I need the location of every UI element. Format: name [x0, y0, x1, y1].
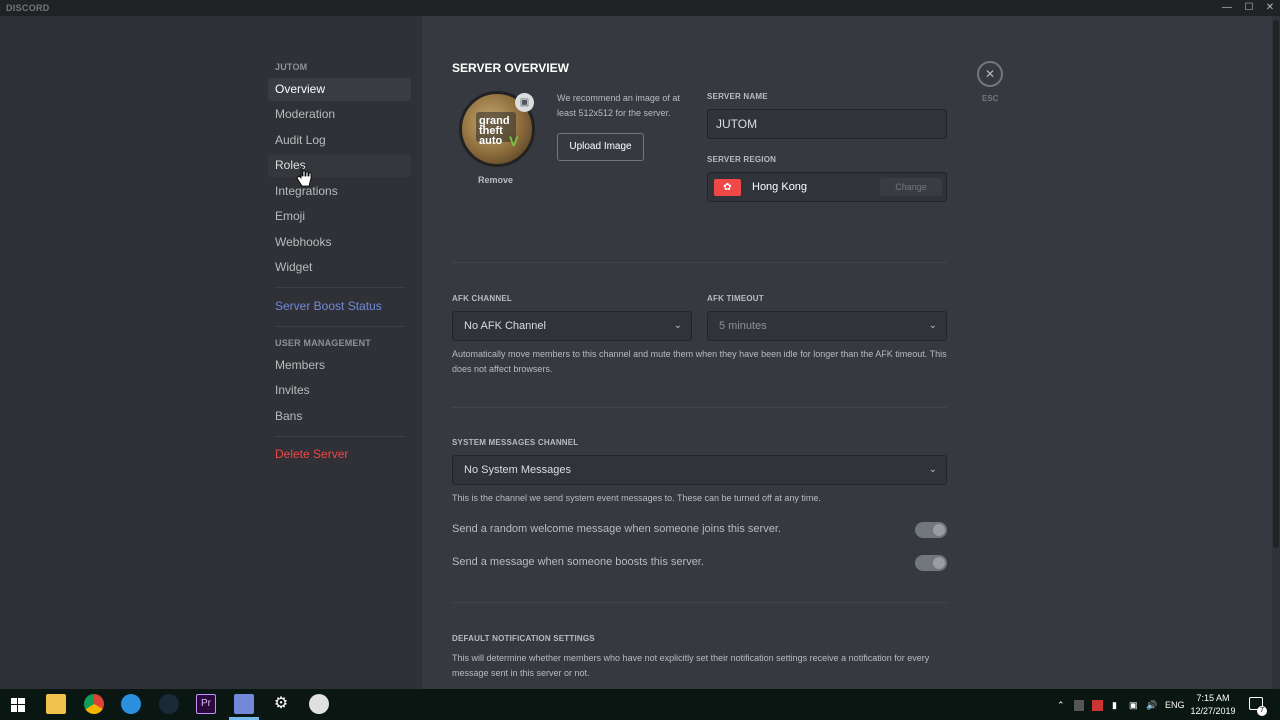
- sidebar-server-header: JUTOM: [275, 62, 308, 72]
- windows-start-icon[interactable]: [11, 698, 25, 712]
- tray-vivaldi-icon[interactable]: [1092, 700, 1103, 711]
- svg-text:V: V: [509, 133, 519, 149]
- sidebar-item-delete-server[interactable]: Delete Server: [268, 443, 411, 466]
- system-messages-value: No System Messages: [464, 464, 571, 476]
- section-divider: [452, 602, 947, 603]
- sidebar-divider: [275, 436, 405, 437]
- discord-icon[interactable]: [234, 694, 254, 714]
- sidebar-user-management-header: USER MANAGEMENT: [275, 338, 372, 348]
- page-title: SERVER OVERVIEW: [452, 61, 569, 75]
- app-icon[interactable]: [309, 694, 329, 714]
- sidebar-item-emoji[interactable]: Emoji: [268, 205, 411, 228]
- welcome-message-toggle[interactable]: [915, 522, 947, 538]
- chevron-down-icon: ⌄: [928, 320, 937, 331]
- system-messages-label: SYSTEM MESSAGES CHANNEL: [452, 438, 579, 447]
- sidebar-item-invites[interactable]: Invites: [268, 379, 411, 402]
- close-settings-icon[interactable]: ✕: [977, 61, 1003, 87]
- tray-clock[interactable]: 7:15 AM 12/27/2019: [1189, 692, 1237, 718]
- section-divider: [452, 262, 947, 263]
- tray-network-icon[interactable]: ▣: [1129, 700, 1138, 711]
- tray-mic-icon[interactable]: ▮: [1112, 700, 1117, 711]
- tray-volume-icon[interactable]: 🔊: [1146, 700, 1157, 711]
- svg-text:auto: auto: [479, 135, 503, 147]
- tray-chevron-up-icon[interactable]: ⌃: [1057, 700, 1065, 711]
- steam-icon[interactable]: [159, 694, 179, 714]
- afk-timeout-value: 5 minutes: [719, 320, 767, 332]
- afk-channel-select[interactable]: No AFK Channel ⌄: [452, 311, 692, 341]
- welcome-message-toggle-label: Send a random welcome message when someo…: [452, 523, 781, 535]
- sidebar-item-integrations[interactable]: Integrations: [268, 180, 411, 203]
- sidebar-item-boost-status[interactable]: Server Boost Status: [268, 295, 411, 318]
- title-bar: DISCORD: [0, 0, 1280, 16]
- sidebar-item-webhooks[interactable]: Webhooks: [268, 231, 411, 254]
- sidebar-item-bans[interactable]: Bans: [268, 405, 411, 428]
- sidebar-item-members[interactable]: Members: [268, 354, 411, 377]
- afk-channel-label: AFK CHANNEL: [452, 294, 512, 303]
- file-explorer-icon[interactable]: [46, 694, 66, 714]
- remove-image-link[interactable]: Remove: [478, 175, 513, 185]
- server-region-label: SERVER REGION: [707, 155, 777, 164]
- default-notification-label: DEFAULT NOTIFICATION SETTINGS: [452, 634, 595, 643]
- server-name-label: SERVER NAME: [707, 92, 768, 101]
- settings-gear-icon[interactable]: ⚙: [271, 694, 291, 714]
- icon-recommendation-text: We recommend an image of at least 512x51…: [557, 93, 680, 118]
- server-region-value: Hong Kong: [752, 181, 808, 193]
- section-divider: [452, 407, 947, 408]
- minimize-icon[interactable]: —: [1216, 0, 1238, 16]
- maximize-icon[interactable]: ☐: [1238, 0, 1260, 16]
- notification-count-badge: 7: [1257, 706, 1267, 716]
- esc-label: ESC: [982, 94, 999, 103]
- server-name-input[interactable]: JUTOM: [707, 109, 947, 139]
- app-logo: DISCORD: [6, 3, 50, 13]
- default-notification-description: This will determine whether members who …: [452, 653, 930, 678]
- telegram-icon[interactable]: [121, 694, 141, 714]
- sidebar-item-moderation[interactable]: Moderation: [268, 103, 411, 126]
- tray-app-icon[interactable]: [1074, 700, 1084, 711]
- tray-date: 12/27/2019: [1190, 706, 1236, 716]
- system-messages-select[interactable]: No System Messages ⌄: [452, 455, 947, 485]
- server-region-field: ✿ Hong Kong Change: [707, 172, 947, 202]
- tray-time: 7:15 AM: [1196, 693, 1230, 703]
- afk-timeout-select[interactable]: 5 minutes ⌄: [707, 311, 947, 341]
- sidebar-divider: [275, 287, 405, 288]
- boost-message-toggle[interactable]: [915, 555, 947, 571]
- premiere-pro-icon[interactable]: Pr: [196, 694, 216, 714]
- sidebar-item-overview[interactable]: Overview: [268, 78, 411, 101]
- hong-kong-flag-icon: ✿: [714, 179, 741, 196]
- sidebar-item-audit-log[interactable]: Audit Log: [268, 129, 411, 152]
- boost-message-toggle-label: Send a message when someone boosts this …: [452, 556, 704, 568]
- upload-image-button[interactable]: Upload Image: [557, 133, 644, 161]
- chevron-down-icon: ⌄: [673, 320, 682, 331]
- chrome-icon[interactable]: [84, 694, 104, 714]
- tray-language[interactable]: ENG: [1165, 700, 1185, 710]
- sidebar-item-widget[interactable]: Widget: [268, 256, 411, 279]
- scrollbar-thumb[interactable]: [1273, 20, 1279, 548]
- chevron-down-icon: ⌄: [928, 464, 937, 475]
- change-region-button[interactable]: Change: [880, 178, 942, 196]
- sidebar-item-roles[interactable]: Roles: [268, 154, 411, 177]
- hand-cursor-icon: [296, 167, 312, 187]
- afk-description: Automatically move members to this chann…: [452, 349, 947, 374]
- add-image-icon[interactable]: ▣: [515, 93, 534, 112]
- system-messages-description: This is the channel we send system event…: [452, 493, 821, 503]
- sidebar-divider: [275, 326, 405, 327]
- afk-timeout-label: AFK TIMEOUT: [707, 294, 764, 303]
- close-window-icon[interactable]: ✕: [1259, 0, 1280, 16]
- windows-taskbar: [0, 689, 1280, 720]
- afk-channel-value: No AFK Channel: [464, 320, 546, 332]
